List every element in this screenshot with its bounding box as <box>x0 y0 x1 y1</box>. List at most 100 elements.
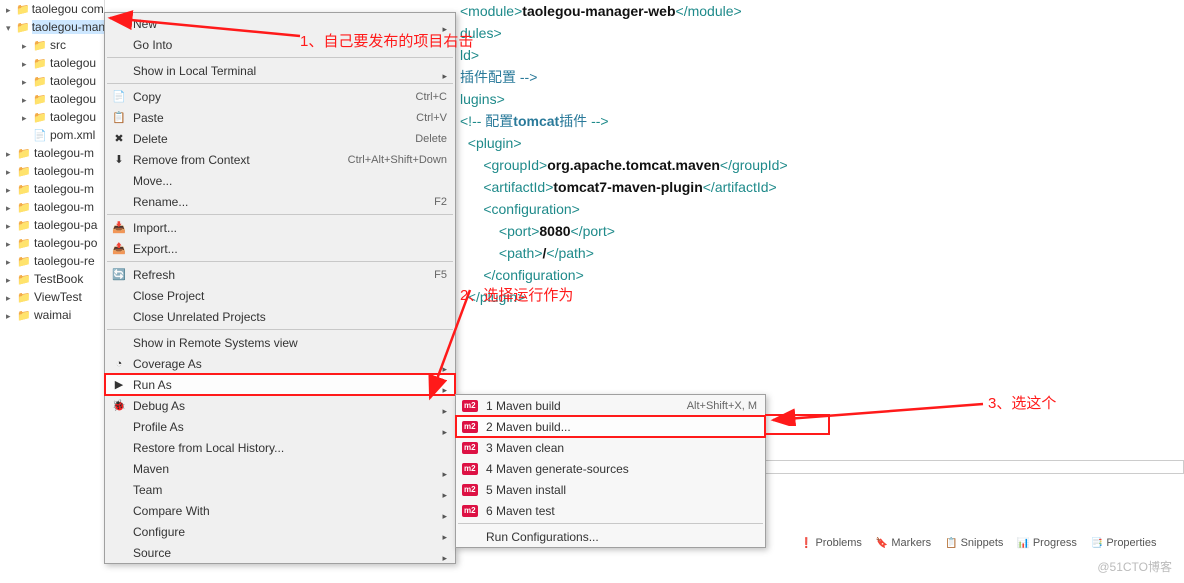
code-line[interactable]: dules> <box>460 22 1184 44</box>
expand-icon[interactable] <box>22 110 32 124</box>
expand-icon[interactable] <box>6 2 16 16</box>
submenu-item-2[interactable]: m23 Maven clean <box>456 437 765 458</box>
menu-item-source[interactable]: Source <box>105 542 455 563</box>
menu-item-rename[interactable]: Rename...F2 <box>105 191 455 212</box>
code-line[interactable]: <module>taolegou-manager-web</module> <box>460 0 1184 22</box>
code-line[interactable]: <plugin> <box>460 132 1184 154</box>
expand-icon[interactable] <box>6 308 16 322</box>
bottom-tab-problems[interactable]: ❗Problems <box>800 537 862 549</box>
tree-item-5[interactable]: taolegou <box>0 90 104 108</box>
tree-item-0[interactable]: taolegou commons <box>0 0 104 18</box>
tree-item-10[interactable]: taolegou-m <box>0 180 104 198</box>
code-line[interactable]: lugins> <box>460 88 1184 110</box>
tree-item-14[interactable]: taolegou-re <box>0 252 104 270</box>
tree-item-16[interactable]: ViewTest <box>0 288 104 306</box>
tree-item-label: taolegou-re <box>34 254 95 268</box>
expand-icon[interactable] <box>6 146 16 160</box>
expand-icon[interactable] <box>6 182 16 196</box>
maven-icon: m2 <box>462 421 478 433</box>
project-explorer[interactable]: taolegou commonstaolegou-managersrctaole… <box>0 0 105 360</box>
menu-item-profile-as[interactable]: Profile As <box>105 416 455 437</box>
menu-separator <box>107 329 453 330</box>
menu-separator <box>458 523 763 524</box>
bottom-tab-markers[interactable]: 🔖Markers <box>876 537 931 549</box>
tree-item-7[interactable]: pom.xml <box>0 126 104 144</box>
menu-item-restore-from-local-history[interactable]: Restore from Local History... <box>105 437 455 458</box>
menu-item-debug-as[interactable]: 🐞Debug As <box>105 395 455 416</box>
expand-icon[interactable] <box>6 218 16 232</box>
expand-icon[interactable] <box>22 38 32 52</box>
bottom-tab-snippets[interactable]: 📋Snippets <box>945 537 1003 549</box>
code-line[interactable]: <path>/</path> <box>460 242 1184 264</box>
menu-item-remove-from-context[interactable]: ⬇Remove from ContextCtrl+Alt+Shift+Down <box>105 149 455 170</box>
menu-item-import[interactable]: 📥Import... <box>105 217 455 238</box>
expand-icon[interactable] <box>6 20 16 34</box>
menu-item-export[interactable]: 📤Export... <box>105 238 455 259</box>
tree-item-11[interactable]: taolegou-m <box>0 198 104 216</box>
code-line[interactable]: <groupId>org.apache.tomcat.maven</groupI… <box>460 154 1184 176</box>
expand-icon[interactable] <box>6 290 16 304</box>
tree-item-12[interactable]: taolegou-pa <box>0 216 104 234</box>
tree-item-13[interactable]: taolegou-po <box>0 234 104 252</box>
tree-item-3[interactable]: taolegou <box>0 54 104 72</box>
menu-item-move[interactable]: Move... <box>105 170 455 191</box>
bottom-tab-properties[interactable]: 📑Properties <box>1091 537 1157 549</box>
menu-item-close-unrelated-projects[interactable]: Close Unrelated Projects <box>105 306 455 327</box>
tree-item-2[interactable]: src <box>0 36 104 54</box>
menu-item-delete[interactable]: ✖DeleteDelete <box>105 128 455 149</box>
submenu-item-4[interactable]: m25 Maven install <box>456 479 765 500</box>
submenu-item-1[interactable]: m22 Maven build... <box>456 416 765 437</box>
expand-icon[interactable] <box>6 272 16 286</box>
expand-icon[interactable] <box>22 74 32 88</box>
tab-label: Properties <box>1106 537 1156 549</box>
code-line[interactable]: <configuration> <box>460 198 1184 220</box>
menu-item-label: Show in Remote Systems view <box>133 336 298 350</box>
tree-item-label: taolegou <box>50 92 96 106</box>
menu-item-go-into[interactable]: Go Into <box>105 34 455 55</box>
menu-item-paste[interactable]: 📋PasteCtrl+V <box>105 107 455 128</box>
tree-item-6[interactable]: taolegou <box>0 108 104 126</box>
tree-item-17[interactable]: waimai <box>0 306 104 324</box>
menu-item-configure[interactable]: Configure <box>105 521 455 542</box>
expand-icon[interactable] <box>22 92 32 106</box>
tree-item-8[interactable]: taolegou-m <box>0 144 104 162</box>
expand-icon[interactable] <box>6 164 16 178</box>
submenu-item-0[interactable]: m21 Maven buildAlt+Shift+X, M <box>456 395 765 416</box>
menu-item-refresh[interactable]: 🔄RefreshF5 <box>105 264 455 285</box>
code-line[interactable]: <port>8080</port> <box>460 220 1184 242</box>
code-line[interactable]: </plugin> <box>460 286 1184 308</box>
menu-item-run-as[interactable]: ▶Run As <box>105 374 455 395</box>
code-line[interactable]: 插件配置 --> <box>460 66 1184 88</box>
tree-item-15[interactable]: TestBook <box>0 270 104 288</box>
code-line[interactable]: <!-- 配置tomcat插件 --> <box>460 110 1184 132</box>
expand-icon[interactable] <box>6 236 16 250</box>
menu-item-maven[interactable]: Maven <box>105 458 455 479</box>
menu-item-show-in-local-terminal[interactable]: Show in Local Terminal <box>105 60 455 81</box>
tree-item-9[interactable]: taolegou-m <box>0 162 104 180</box>
code-line[interactable]: </configuration> <box>460 264 1184 286</box>
tree-item-4[interactable]: taolegou <box>0 72 104 90</box>
submenu-item-label: 3 Maven clean <box>486 441 564 455</box>
menu-item-team[interactable]: Team <box>105 479 455 500</box>
tree-item-label: waimai <box>34 308 71 322</box>
expand-icon[interactable] <box>6 200 16 214</box>
menu-item-new[interactable]: New <box>105 13 455 34</box>
code-line[interactable]: ld> <box>460 44 1184 66</box>
tree-item-1[interactable]: taolegou-manager <box>0 18 104 36</box>
menu-item-close-project[interactable]: Close Project <box>105 285 455 306</box>
expand-icon[interactable] <box>22 56 32 70</box>
menu-item-compare-with[interactable]: Compare With <box>105 500 455 521</box>
menu-item-label: Import... <box>133 221 177 235</box>
code-editor[interactable]: <module>taolegou-manager-web</module>dul… <box>340 0 1184 460</box>
menu-item-coverage-as[interactable]: ◔Coverage As <box>105 353 455 374</box>
submenu-item-5[interactable]: m26 Maven test <box>456 500 765 521</box>
submenu-item-3[interactable]: m24 Maven generate-sources <box>456 458 765 479</box>
expand-icon[interactable] <box>6 254 16 268</box>
menu-item-copy[interactable]: 📄CopyCtrl+C <box>105 86 455 107</box>
maven-icon: m2 <box>462 400 478 412</box>
submenu-item-label: 5 Maven install <box>486 483 566 497</box>
code-line[interactable]: <artifactId>tomcat7-maven-plugin</artifa… <box>460 176 1184 198</box>
menu-item-show-in-remote-systems-view[interactable]: Show in Remote Systems view <box>105 332 455 353</box>
submenu-item-7[interactable]: Run Configurations... <box>456 526 765 547</box>
bottom-tab-progress[interactable]: 📊Progress <box>1017 537 1076 549</box>
